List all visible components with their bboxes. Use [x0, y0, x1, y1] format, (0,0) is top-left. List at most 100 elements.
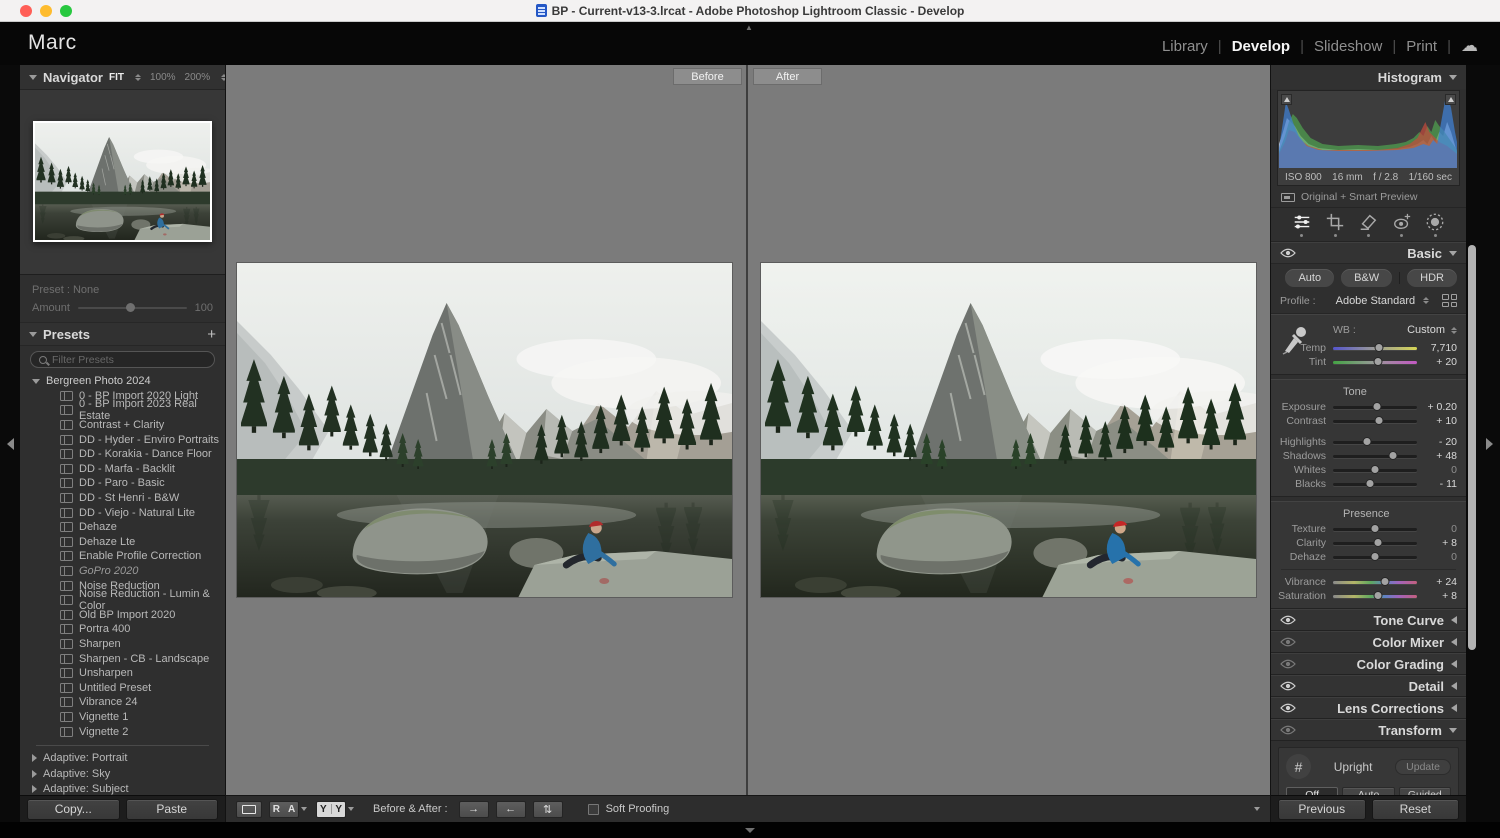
presets-header[interactable]: Presets + [20, 323, 225, 346]
module-library[interactable]: Library [1162, 38, 1208, 55]
copy-after-to-before-button[interactable]: ← [496, 801, 526, 818]
preset-group-adaptive-sky[interactable]: Adaptive: Sky [20, 766, 225, 781]
eyedropper-icon[interactable] [1281, 321, 1307, 355]
zoom-fit[interactable]: FIT [109, 72, 124, 83]
highlight-clipping-button[interactable] [1445, 94, 1456, 105]
slider-track[interactable] [1333, 542, 1417, 545]
preset-group-adaptive-portrait[interactable]: Adaptive: Portrait [20, 751, 225, 766]
section-lens-corrections[interactable]: Lens Corrections [1271, 697, 1466, 719]
auto-button[interactable]: Auto [1285, 269, 1334, 287]
wb-value[interactable]: Custom [1407, 324, 1457, 336]
slider-track[interactable] [1333, 595, 1417, 598]
slider-track[interactable] [1333, 441, 1417, 444]
loupe-view-button[interactable] [236, 801, 262, 818]
slider-track[interactable] [1333, 469, 1417, 472]
before-after-dropdown-icon[interactable] [348, 807, 354, 811]
preset-item[interactable]: Unsharpen [20, 666, 225, 681]
soft-proofing-checkbox[interactable] [588, 804, 599, 815]
preset-item[interactable]: DD - Hyder - Enviro Portraits [20, 432, 225, 447]
healing-tool-button[interactable] [1358, 212, 1378, 237]
slider-track[interactable] [1333, 528, 1417, 531]
eye-icon[interactable] [1280, 725, 1296, 735]
profile-updown-icon[interactable] [1423, 297, 1429, 304]
smart-preview-status[interactable]: Original + Smart Preview [1271, 189, 1466, 208]
section-color-mixer[interactable]: Color Mixer [1271, 631, 1466, 653]
eye-icon[interactable] [1280, 615, 1296, 625]
add-preset-button[interactable]: + [207, 327, 216, 342]
navigator-preview[interactable] [20, 89, 225, 275]
preset-item[interactable]: DD - Paro - Basic [20, 476, 225, 491]
paste-button[interactable]: Paste [126, 799, 219, 820]
reset-button[interactable]: Reset [1372, 799, 1460, 820]
section-transform[interactable]: Transform [1271, 719, 1466, 741]
preset-item[interactable]: Noise Reduction - Lumin & Color [20, 593, 225, 608]
slider-track[interactable] [1333, 483, 1417, 486]
slider-thumb[interactable] [1371, 465, 1380, 474]
profile-browser-icon[interactable] [1442, 294, 1457, 307]
preset-item[interactable]: Vibrance 24 [20, 695, 225, 710]
module-slideshow[interactable]: Slideshow [1314, 38, 1382, 55]
preset-item[interactable]: DD - Marfa - Backlit [20, 462, 225, 477]
preset-item[interactable]: Sharpen - CB - Landscape [20, 651, 225, 666]
bottom-panel-toggle[interactable] [0, 822, 1500, 838]
slider-thumb[interactable] [1362, 437, 1371, 446]
slider-track[interactable] [1333, 455, 1417, 458]
slider-thumb[interactable] [1371, 524, 1380, 533]
previous-button[interactable]: Previous [1278, 799, 1366, 820]
fit-updown-icon[interactable] [135, 74, 141, 81]
slider-thumb[interactable] [1374, 357, 1383, 366]
slider-track[interactable] [1333, 581, 1417, 584]
eye-icon[interactable] [1280, 681, 1296, 691]
section-tone-curve[interactable]: Tone Curve [1271, 609, 1466, 631]
preset-item[interactable]: Enable Profile Correction [20, 549, 225, 564]
module-print[interactable]: Print [1406, 38, 1437, 55]
upright-grid-icon[interactable]: # [1286, 754, 1311, 779]
slider-track[interactable] [1333, 361, 1417, 364]
upright-off-button[interactable]: Off [1286, 787, 1338, 795]
section-detail[interactable]: Detail [1271, 675, 1466, 697]
toolbar-options-dropdown-icon[interactable] [1254, 807, 1260, 811]
preset-item[interactable]: Dehaze Lte [20, 535, 225, 550]
preset-item[interactable]: Vignette 2 [20, 724, 225, 739]
hdr-button[interactable]: HDR [1407, 269, 1457, 287]
histogram-panel[interactable]: ISO 800 16 mm f / 2.8 1/160 sec [1277, 90, 1460, 186]
slider-thumb[interactable] [1371, 552, 1380, 561]
update-button[interactable]: Update [1395, 759, 1451, 775]
slider-thumb[interactable] [1375, 416, 1384, 425]
navigator-thumbnail[interactable] [33, 121, 212, 242]
copy-before-to-after-button[interactable]: → [459, 801, 489, 818]
slider-thumb[interactable] [1374, 591, 1383, 600]
preset-item[interactable]: Untitled Preset [20, 680, 225, 695]
slider-track[interactable] [1333, 406, 1417, 409]
histogram-header[interactable]: Histogram [1271, 65, 1466, 89]
eye-icon[interactable] [1280, 703, 1296, 713]
amount-slider[interactable] [78, 307, 187, 309]
slider-thumb[interactable] [1365, 479, 1374, 488]
zoom-updown-icon[interactable] [221, 74, 225, 81]
section-color-grading[interactable]: Color Grading [1271, 653, 1466, 675]
slider-thumb[interactable] [1375, 343, 1384, 352]
left-panel-toggle[interactable] [0, 65, 20, 822]
before-image[interactable] [237, 263, 732, 597]
filter-presets-input[interactable]: Filter Presets [30, 351, 215, 368]
slider-thumb[interactable] [1389, 451, 1398, 460]
crop-tool-button[interactable] [1325, 212, 1345, 237]
basic-panel-header[interactable]: Basic [1271, 242, 1466, 264]
compare-dropdown-icon[interactable] [301, 807, 307, 811]
edit-tool-button[interactable] [1292, 212, 1312, 237]
after-image[interactable] [761, 263, 1256, 597]
red-eye-tool-button[interactable] [1392, 212, 1412, 237]
preset-item[interactable]: Portra 400 [20, 622, 225, 637]
compare-view-button[interactable]: RA [269, 801, 299, 818]
right-panel-toggle[interactable] [1478, 65, 1500, 822]
cloud-sync-icon[interactable]: ☁ [1461, 36, 1478, 56]
preset-item[interactable]: 0 - BP Import 2023 Real Estate [20, 403, 225, 418]
slider-thumb[interactable] [1372, 402, 1381, 411]
zoom-200[interactable]: 200% [185, 72, 211, 83]
preset-group-adaptive-subject[interactable]: Adaptive: Subject [20, 782, 225, 795]
top-panel-toggle[interactable]: ▲ [742, 24, 756, 32]
eye-icon[interactable] [1280, 248, 1296, 258]
upright-auto-button[interactable]: Auto [1342, 787, 1394, 795]
module-develop[interactable]: Develop [1232, 38, 1290, 55]
before-after-view-button[interactable]: YY [316, 801, 346, 818]
